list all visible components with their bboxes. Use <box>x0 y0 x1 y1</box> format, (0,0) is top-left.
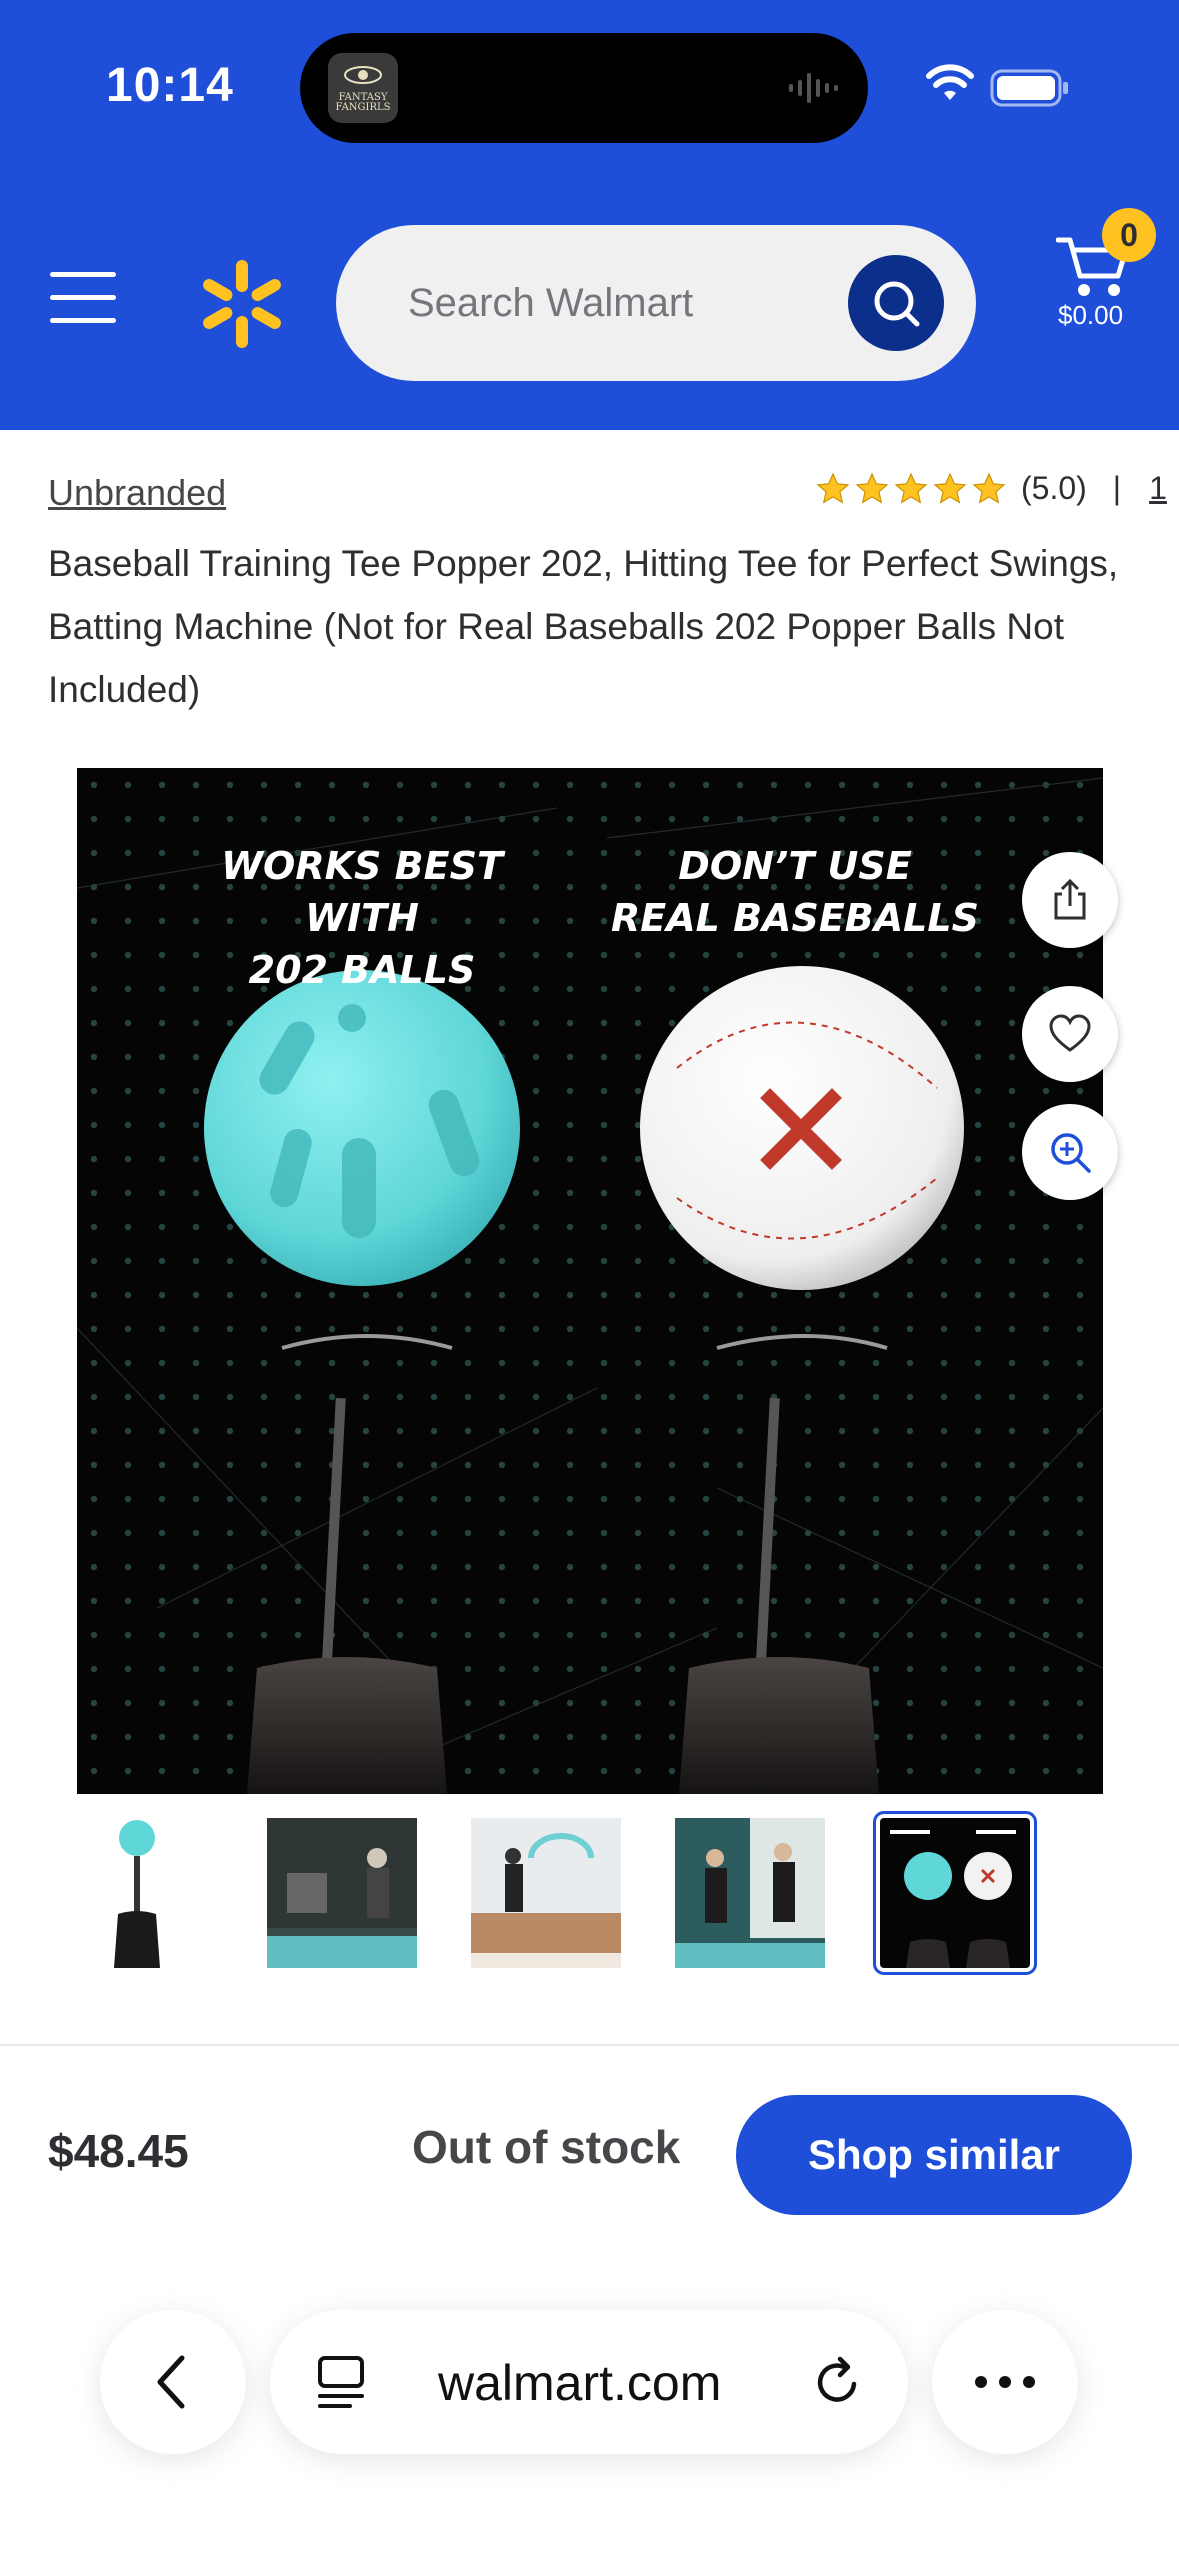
shop-similar-button[interactable]: Shop similar <box>736 2095 1132 2215</box>
review-count-link[interactable]: 1 <box>1149 470 1167 507</box>
ellipsis-icon <box>975 2376 1035 2388</box>
status-time: 10:14 <box>106 59 234 112</box>
heart-icon <box>1049 1014 1091 1052</box>
back-button[interactable] <box>100 2310 246 2454</box>
section-divider <box>0 2044 1179 2046</box>
rating-stars <box>815 471 1007 507</box>
cart-total: $0.00 <box>1058 300 1124 330</box>
right-caption-line2: REAL BASEBALLS <box>611 896 979 940</box>
rating-separator: | <box>1112 470 1122 506</box>
wifi-icon <box>926 64 974 100</box>
thumbnail-2[interactable] <box>267 1818 417 1968</box>
zoom-button[interactable] <box>1022 1104 1118 1200</box>
thumbnail-5[interactable] <box>873 1811 1037 1975</box>
search-button[interactable] <box>848 255 944 351</box>
reload-icon[interactable] <box>810 2354 866 2410</box>
walmart-spark-logo[interactable] <box>200 258 284 350</box>
dynamic-island: FANTASY FANGIRLS <box>300 33 868 143</box>
cart-count-badge: 0 <box>1102 208 1156 262</box>
more-options-button[interactable] <box>932 2310 1078 2454</box>
header: 10:14 FANTASY FANGIRLS Search Walmart 0 … <box>0 0 1179 430</box>
right-caption: DON’T USE REAL BASEBALLS <box>605 840 985 944</box>
left-caption-line1: WORKS BEST WITH <box>221 844 503 940</box>
search-icon <box>874 281 920 327</box>
rating-value: (5.0) <box>1021 470 1087 506</box>
product-main-image[interactable]: WORKS BEST WITH 202 BALLS DON’T USE REAL… <box>77 768 1103 1794</box>
share-button[interactable] <box>1022 852 1118 948</box>
address-bar[interactable]: walmart.com <box>270 2310 908 2454</box>
product-rating[interactable]: (5.0) | 1 <box>815 470 1167 507</box>
thumbnail-3[interactable] <box>471 1818 621 1968</box>
zoom-in-icon <box>1051 1133 1091 1173</box>
browser-toolbar: walmart.com <box>0 2260 1179 2556</box>
product-title: Baseball Training Tee Popper 202, Hittin… <box>48 543 1119 710</box>
battery-icon <box>990 69 1068 107</box>
stock-status: Out of stock <box>412 2121 681 2173</box>
menu-icon[interactable] <box>50 272 116 328</box>
search-input[interactable] <box>408 273 808 333</box>
star-icon <box>933 472 967 504</box>
tab-overview-icon[interactable] <box>316 2354 368 2410</box>
live-activity-app-name: FANTASY FANGIRLS <box>335 92 391 113</box>
url-text: walmart.com <box>438 2355 722 2411</box>
favorite-button[interactable] <box>1022 986 1118 1082</box>
star-icon <box>816 472 850 504</box>
star-icon <box>855 472 889 504</box>
right-caption-line1: DON’T USE <box>678 844 912 888</box>
cart-button[interactable]: 0 $0.00 <box>1052 208 1179 348</box>
thumbnail-1[interactable] <box>62 1818 212 1968</box>
left-caption: WORKS BEST WITH 202 BALLS <box>167 840 557 996</box>
live-activity-app-icon: FANTASY FANGIRLS <box>328 53 398 123</box>
thumbnail-4[interactable] <box>675 1818 825 1968</box>
brand-link[interactable]: Unbranded <box>48 472 226 514</box>
star-icon <box>894 472 928 504</box>
chevron-left-icon <box>157 2355 185 2409</box>
left-caption-line2: 202 BALLS <box>248 948 476 992</box>
search-bar <box>336 225 976 381</box>
product-price: $48.45 <box>48 2125 189 2177</box>
share-icon <box>1054 878 1086 920</box>
star-icon <box>972 472 1006 504</box>
audio-waveform-icon <box>789 71 838 105</box>
